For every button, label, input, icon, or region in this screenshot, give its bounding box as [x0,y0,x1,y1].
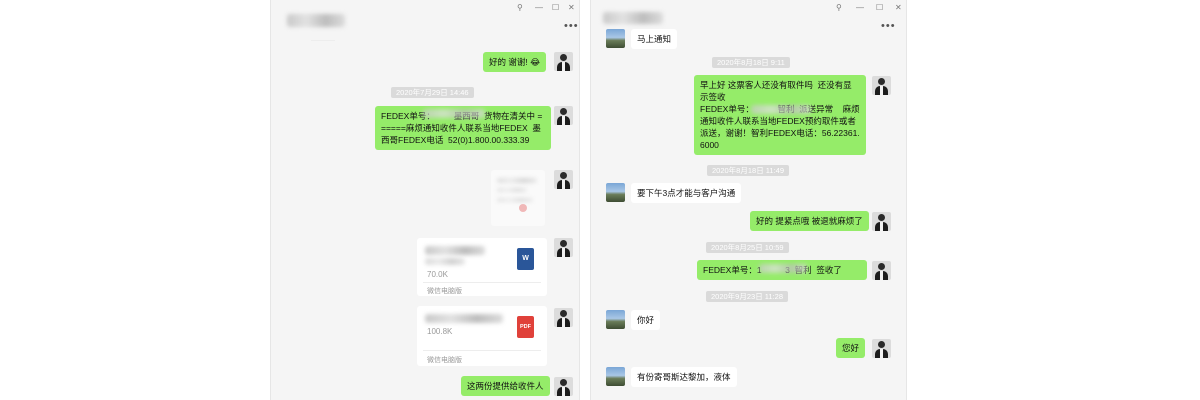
pdf-file-icon: PDF [517,316,534,338]
avatar-self[interactable] [872,212,891,231]
avatar-self[interactable] [554,238,573,257]
timestamp: 2020年8月25日 10:59 [706,242,789,253]
pin-icon[interactable]: ⚲ [517,3,523,12]
tracking-number-redacted [423,109,485,118]
image-accent [519,204,527,212]
avatar-self[interactable] [872,339,891,358]
divider [311,40,335,41]
close-button[interactable]: ✕ [895,3,902,12]
timestamp: 2020年8月18日 11:49 [707,165,789,176]
close-button[interactable]: ✕ [568,3,575,12]
contact-name-redacted [287,14,345,27]
avatar-contact[interactable] [606,310,625,329]
avatar-contact[interactable] [606,367,625,386]
file-name-redacted [425,314,503,323]
contact-name-redacted [603,12,663,24]
file-name-redacted [425,246,485,255]
divider [423,350,541,351]
timestamp: 2020年8月18日 9:11 [712,57,790,68]
pin-icon[interactable]: ⚲ [836,3,842,12]
message-bubble-sent[interactable]: 好的 提紧点哦 被退就麻烦了 [750,211,869,231]
file-size: 70.0K [427,270,448,279]
message-bubble-received[interactable]: 你好 [631,310,661,330]
file-source: 微信电脑版 [427,288,462,295]
message-bubble-sent[interactable]: 您好 [836,338,866,358]
file-name-redacted [425,258,465,265]
image-content-redacted [497,188,527,192]
timestamp: 2020年7月29日 14:46 [391,87,474,98]
file-card-word[interactable]: 70.0K W 微信电脑版 [417,238,547,296]
avatar-self[interactable] [554,170,573,189]
avatar-self[interactable] [554,52,573,71]
avatar-self[interactable] [554,308,573,327]
chat-window-right: ⚲ — ☐ ✕ ••• 马上通知 2020年8月18日 9:11 早上好 这票客… [590,0,907,400]
tracking-number-redacted [759,264,807,273]
maximize-button[interactable]: ☐ [552,3,559,12]
minimize-button[interactable]: — [535,3,543,12]
chat-window-left: ⚲ — ☐ ✕ ••• 好的 谢谢! 😂 2020年7月29日 14:46 FE… [270,0,580,400]
avatar-contact[interactable] [606,183,625,202]
chat-header: ⚲ — ☐ ✕ ••• [271,0,579,36]
image-attachment[interactable] [491,170,545,226]
timestamp: 2020年9月23日 11:28 [706,291,788,302]
avatar-contact[interactable] [606,29,625,48]
message-bubble-received[interactable]: 要下午3点才能与客户沟通 [631,183,742,203]
file-size: 100.8K [427,327,453,336]
avatar-self[interactable] [554,106,573,125]
more-options-icon[interactable]: ••• [564,20,579,32]
avatar-self[interactable] [872,76,891,95]
more-options-icon[interactable]: ••• [881,20,896,32]
avatar-self[interactable] [872,261,891,280]
divider [423,282,541,283]
image-content-redacted [497,198,533,202]
tracking-number-redacted [751,105,811,114]
message-bubble-received[interactable]: 有份寄哥斯达黎加，液体 [631,367,737,387]
message-bubble-received[interactable]: 马上通知 [631,29,678,49]
message-bubble-sent[interactable]: 好的 谢谢! 😂 [483,52,547,72]
message-bubble-sent[interactable]: 这两份提供给收件人 [461,376,550,396]
file-source: 微信电脑版 [427,357,462,364]
minimize-button[interactable]: — [856,3,864,12]
avatar-self[interactable] [554,377,573,396]
message-bubble-sent[interactable]: 早上好 这票客人还没有取件吗 还没有显示签收 FEDEX单号： 智利 派送异常 … [694,75,866,155]
image-content-redacted [497,178,537,183]
maximize-button[interactable]: ☐ [876,3,883,12]
file-card-pdf[interactable]: 100.8K PDF 微信电脑版 [417,306,547,366]
word-file-icon: W [517,248,534,270]
